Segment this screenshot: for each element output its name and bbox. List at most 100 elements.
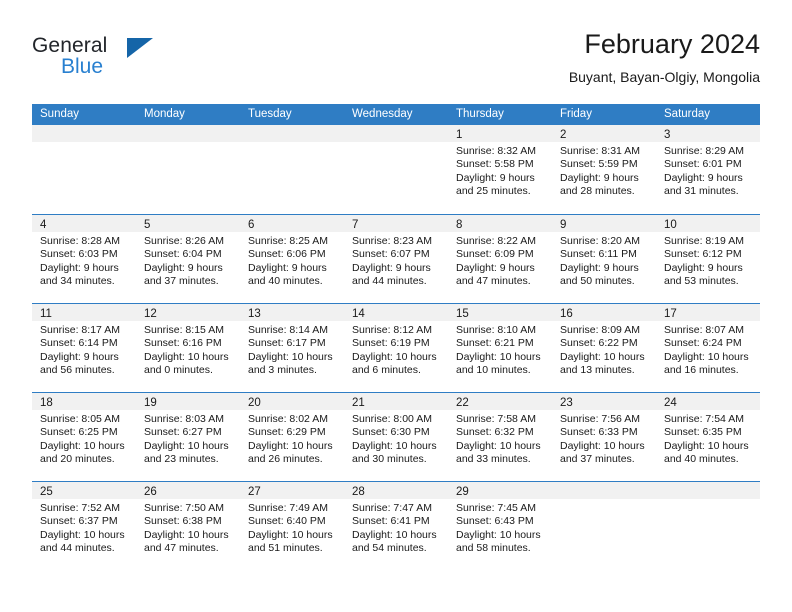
day-info-line: and 58 minutes. [456,542,531,555]
day-info-line: Sunset: 6:41 PM [352,515,430,528]
calendar-day-cell[interactable]: 19 Sunrise: 8:03 AM Sunset: 6:27 PM Dayligh… [136,393,240,481]
calendar-day-cell[interactable]: 15 Sunrise: 8:10 AM Sunset: 6:21 PM Dayligh… [448,304,552,392]
day-number-band: 9 [552,215,656,232]
calendar-day-cell[interactable]: 10 Sunrise: 8:19 AM Sunset: 6:12 PM Dayligh… [656,215,760,303]
calendar-day-cell-empty [656,482,760,570]
day-sun-info: Sunrise: 7:49 AM Sunset: 6:40 PM Daylight:… [240,499,344,556]
calendar-day-cell[interactable]: 26 Sunrise: 7:50 AM Sunset: 6:38 PM Dayligh… [136,482,240,570]
day-info-line: Sunrise: 7:47 AM [352,502,432,514]
day-number-band: 2 [552,125,656,142]
calendar-day-cell[interactable]: 12 Sunrise: 8:15 AM Sunset: 6:16 PM Dayligh… [136,304,240,392]
calendar-day-cell[interactable]: 18 Sunrise: 8:05 AM Sunset: 6:25 PM Dayligh… [32,393,136,481]
day-number-band: 24 [656,393,760,410]
calendar-day-cell-empty [344,125,448,214]
calendar-day-cell[interactable]: 16 Sunrise: 8:09 AM Sunset: 6:22 PM Dayligh… [552,304,656,392]
day-number: 24 [664,397,677,409]
calendar-day-cell[interactable]: 11 Sunrise: 8:17 AM Sunset: 6:14 PM Dayligh… [32,304,136,392]
day-info-line: Daylight: 10 hours [352,528,437,541]
day-number-band [240,125,344,142]
calendar-day-cell[interactable]: 3 Sunrise: 8:29 AM Sunset: 6:01 PM Daylight… [656,125,760,214]
day-sun-info: Sunrise: 8:07 AM Sunset: 6:24 PM Daylight:… [656,321,760,378]
day-info-line: and 34 minutes. [40,275,115,288]
calendar-day-cell[interactable]: 27 Sunrise: 7:49 AM Sunset: 6:40 PM Dayligh… [240,482,344,570]
day-number: 12 [144,308,157,320]
day-number: 5 [144,219,151,231]
calendar-day-cell[interactable]: 28 Sunrise: 7:47 AM Sunset: 6:41 PM Dayligh… [344,482,448,570]
day-sun-info: Sunrise: 8:15 AM Sunset: 6:16 PM Daylight:… [136,321,240,378]
day-info-line: Sunrise: 8:14 AM [248,324,328,336]
day-number-band: 7 [344,215,448,232]
calendar-day-cell[interactable]: 8 Sunrise: 8:22 AM Sunset: 6:09 PM Daylight… [448,215,552,303]
calendar-day-cell[interactable]: 29 Sunrise: 7:45 AM Sunset: 6:43 PM Dayligh… [448,482,552,570]
calendar-day-cell[interactable]: 21 Sunrise: 8:00 AM Sunset: 6:30 PM Dayligh… [344,393,448,481]
calendar-week-row: 18 Sunrise: 8:05 AM Sunset: 6:25 PM Dayligh… [32,392,760,481]
day-number: 22 [456,397,469,409]
calendar-day-cell[interactable]: 7 Sunrise: 8:23 AM Sunset: 6:07 PM Daylight… [344,215,448,303]
calendar-day-cell[interactable]: 4 Sunrise: 8:28 AM Sunset: 6:03 PM Daylight… [32,215,136,303]
day-info-line: and 0 minutes. [144,364,213,377]
day-sun-info: Sunrise: 8:14 AM Sunset: 6:17 PM Daylight:… [240,321,344,378]
day-info-line: Daylight: 10 hours [248,439,333,452]
calendar-day-cell[interactable]: 17 Sunrise: 8:07 AM Sunset: 6:24 PM Dayligh… [656,304,760,392]
day-info-line: Sunrise: 8:02 AM [248,413,328,425]
calendar-day-cell[interactable]: 1 Sunrise: 8:32 AM Sunset: 5:58 PM Daylight… [448,125,552,214]
calendar-day-cell[interactable]: 5 Sunrise: 8:26 AM Sunset: 6:04 PM Daylight… [136,215,240,303]
day-info-line: Sunset: 6:27 PM [144,426,222,439]
weekday-header-wednesday: Wednesday [352,108,413,120]
day-sun-info: Sunrise: 8:00 AM Sunset: 6:30 PM Daylight:… [344,410,448,467]
calendar-day-cell[interactable]: 23 Sunrise: 7:56 AM Sunset: 6:33 PM Dayligh… [552,393,656,481]
calendar-day-cell[interactable]: 14 Sunrise: 8:12 AM Sunset: 6:19 PM Dayligh… [344,304,448,392]
day-info-line: Daylight: 9 hours [664,261,743,274]
day-sun-info: Sunrise: 8:12 AM Sunset: 6:19 PM Daylight:… [344,321,448,378]
day-number: 16 [560,308,573,320]
day-info-line: and 50 minutes. [560,275,635,288]
day-info-line: and 51 minutes. [248,542,323,555]
day-info-line: Sunrise: 7:49 AM [248,502,328,514]
calendar-day-cell[interactable]: 2 Sunrise: 8:31 AM Sunset: 5:59 PM Daylight… [552,125,656,214]
generalblue-logo[interactable]: General Blue [32,34,212,90]
page-title: February 2024 [584,29,760,59]
day-number-band: 3 [656,125,760,142]
day-info-line: Daylight: 10 hours [248,528,333,541]
day-number: 15 [456,308,469,320]
day-number: 19 [144,397,157,409]
day-info-line: Daylight: 9 hours [40,350,119,363]
day-number-band: 16 [552,304,656,321]
day-sun-info: Sunrise: 8:19 AM Sunset: 6:12 PM Daylight:… [656,232,760,289]
day-number: 21 [352,397,365,409]
day-number-band: 4 [32,215,136,232]
day-info-line: Sunset: 6:04 PM [144,248,222,261]
day-sun-info: Sunrise: 8:20 AM Sunset: 6:11 PM Daylight:… [552,232,656,289]
day-sun-info: Sunrise: 8:22 AM Sunset: 6:09 PM Daylight:… [448,232,552,289]
calendar-day-cell[interactable]: 24 Sunrise: 7:54 AM Sunset: 6:35 PM Dayligh… [656,393,760,481]
calendar-day-cell[interactable]: 13 Sunrise: 8:14 AM Sunset: 6:17 PM Dayligh… [240,304,344,392]
day-info-line: Sunset: 6:38 PM [144,515,222,528]
calendar-day-cell[interactable]: 25 Sunrise: 7:52 AM Sunset: 6:37 PM Dayligh… [32,482,136,570]
day-number-band [344,125,448,142]
day-info-line: Sunrise: 8:10 AM [456,324,536,336]
day-number: 7 [352,219,359,231]
day-info-line: Daylight: 9 hours [664,171,743,184]
day-number-band: 22 [448,393,552,410]
weekday-header-saturday: Saturday [664,108,711,120]
calendar-day-cell[interactable]: 9 Sunrise: 8:20 AM Sunset: 6:11 PM Daylight… [552,215,656,303]
day-info-line: and 47 minutes. [456,275,531,288]
calendar-day-cell[interactable]: 6 Sunrise: 8:25 AM Sunset: 6:06 PM Daylight… [240,215,344,303]
calendar-day-cell[interactable]: 20 Sunrise: 8:02 AM Sunset: 6:29 PM Dayligh… [240,393,344,481]
day-sun-info: Sunrise: 8:02 AM Sunset: 6:29 PM Daylight:… [240,410,344,467]
day-info-line: Sunset: 6:29 PM [248,426,326,439]
day-sun-info: Sunrise: 7:47 AM Sunset: 6:41 PM Daylight:… [344,499,448,556]
day-info-line: Sunset: 6:01 PM [664,158,742,171]
day-number-band: 13 [240,304,344,321]
day-info-line: Sunrise: 7:52 AM [40,502,120,514]
day-info-line: Sunset: 6:07 PM [352,248,430,261]
weekday-header-sunday: Sunday [40,108,80,120]
day-info-line: Sunrise: 8:28 AM [40,235,120,247]
day-number: 4 [40,219,47,231]
calendar-day-cell-empty [136,125,240,214]
weekday-header-friday: Friday [560,108,592,120]
day-sun-info [552,499,656,502]
day-number-band: 12 [136,304,240,321]
calendar-day-cell[interactable]: 22 Sunrise: 7:58 AM Sunset: 6:32 PM Dayligh… [448,393,552,481]
day-info-line: Sunset: 6:35 PM [664,426,742,439]
